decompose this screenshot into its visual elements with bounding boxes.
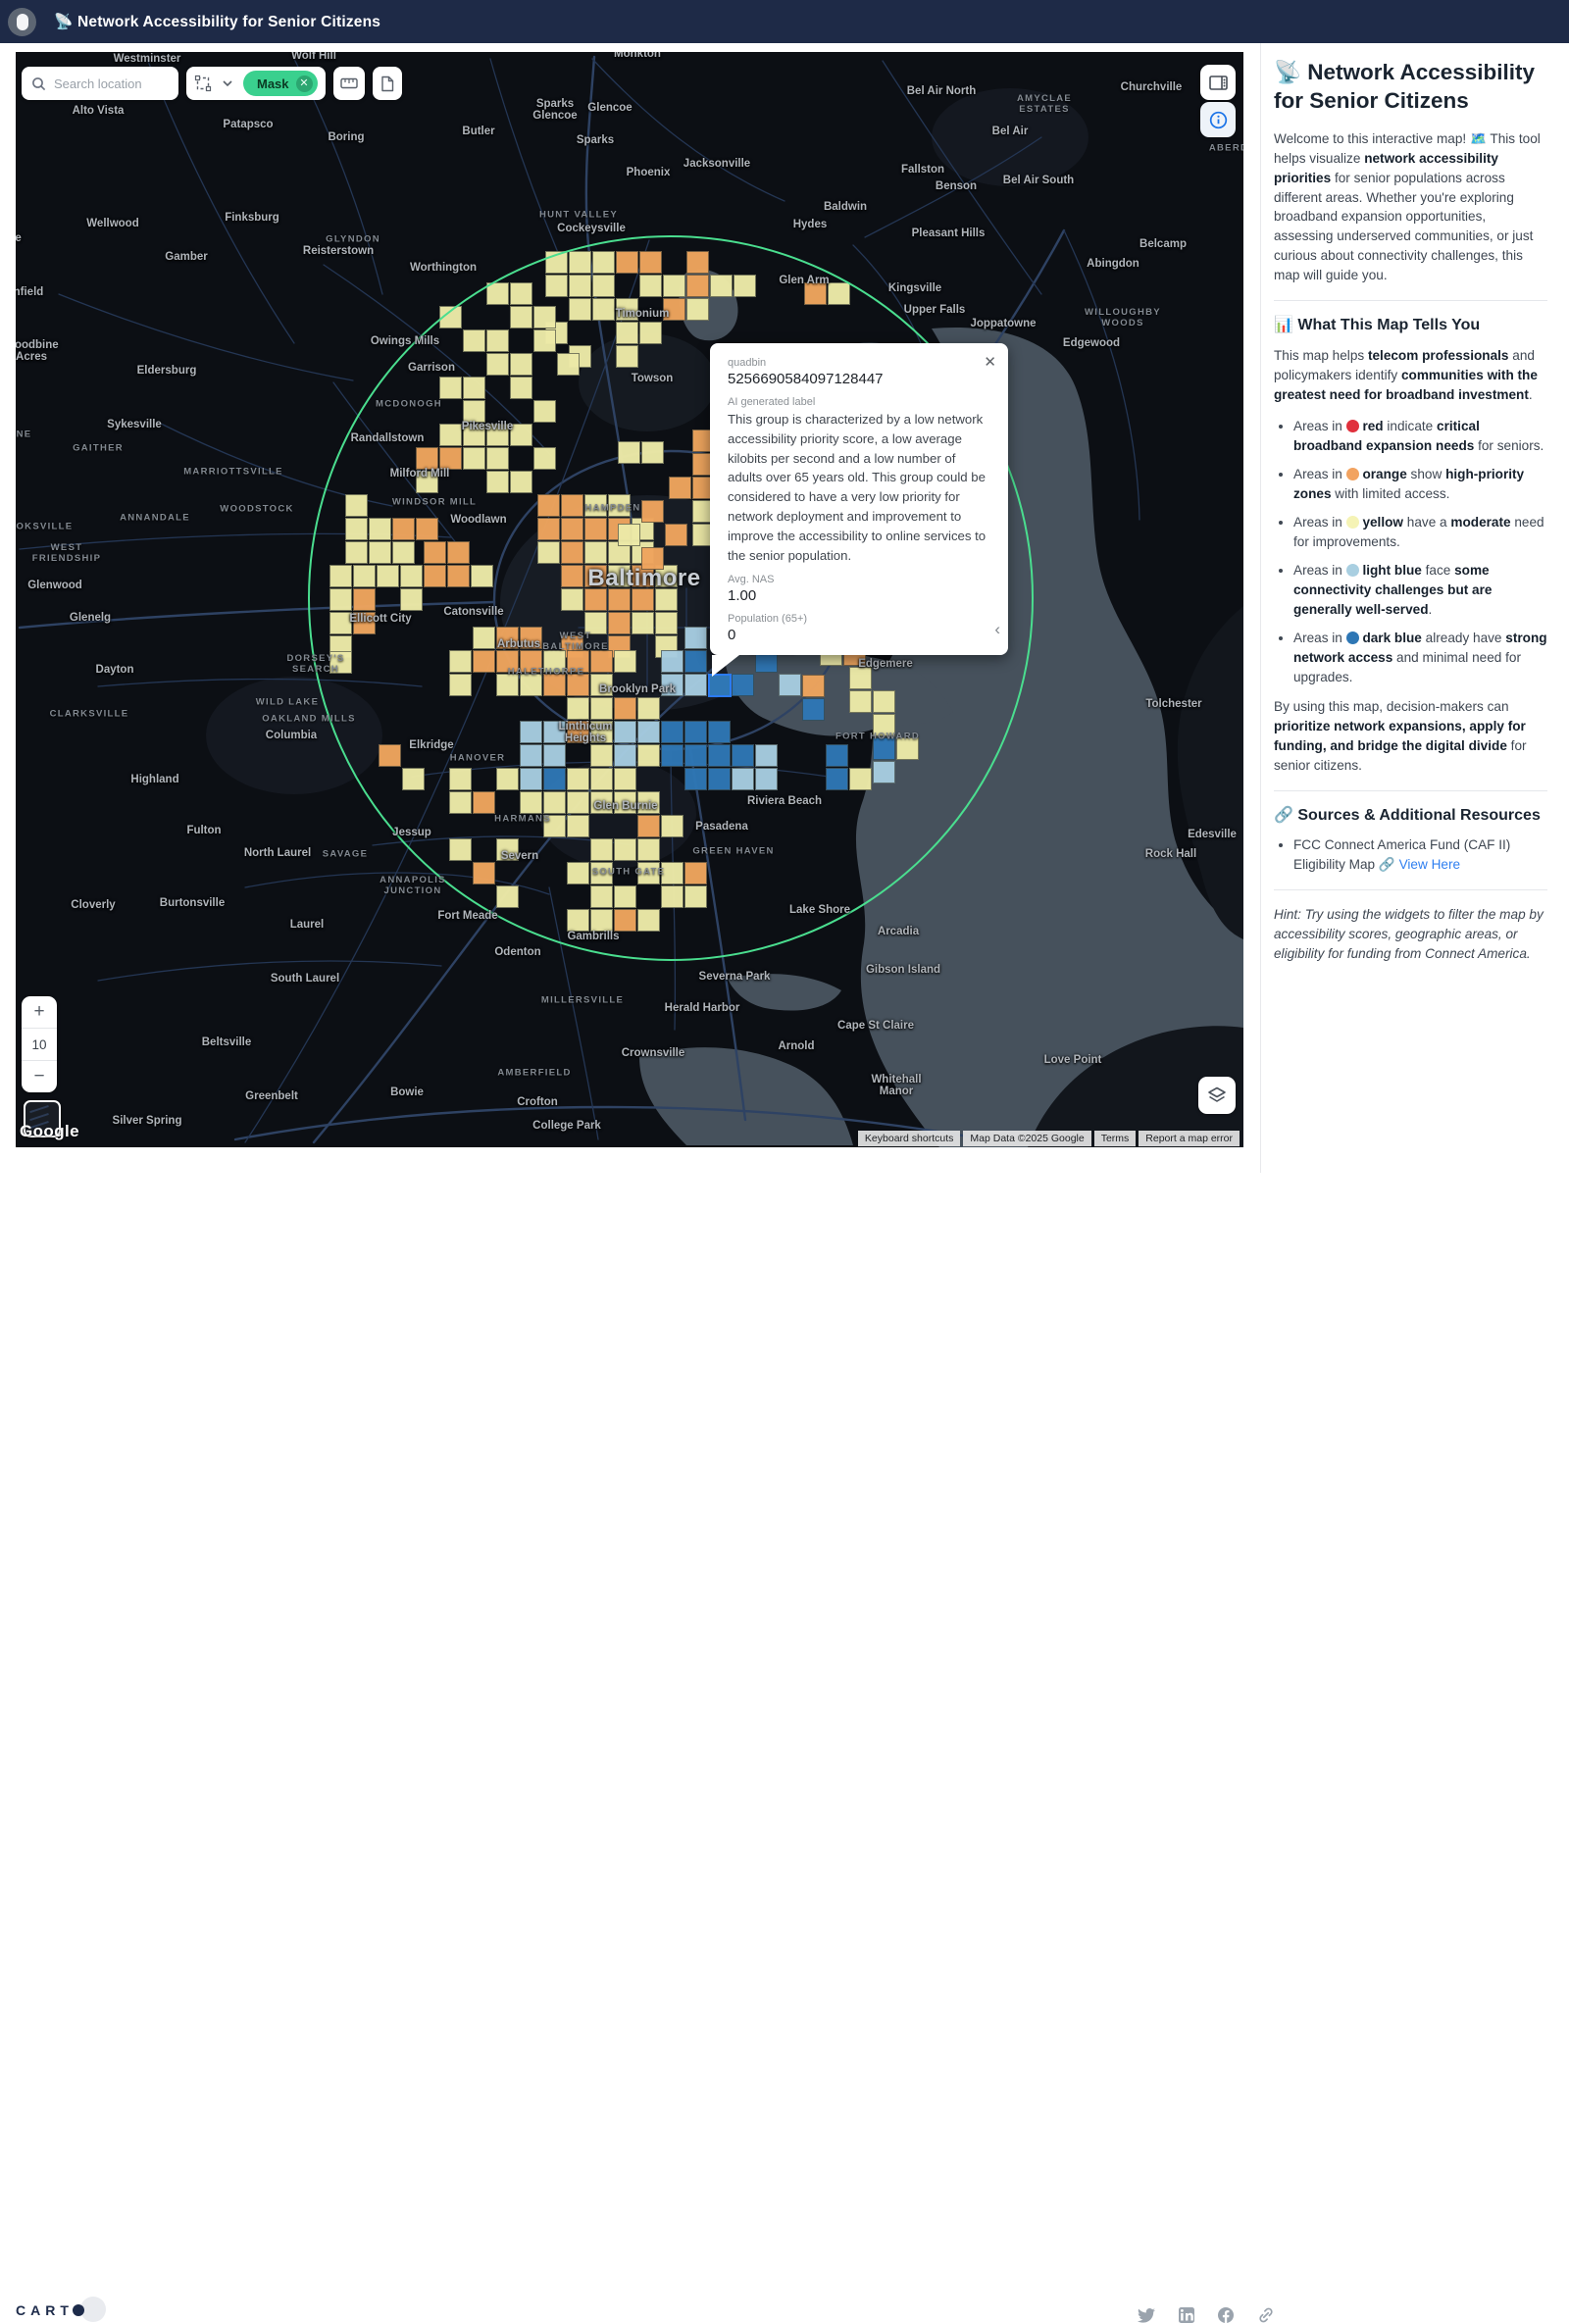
popup-field-label: Avg. NAS [728, 574, 988, 585]
social-links [1138, 2306, 1275, 2324]
sources-bullet-list: FCC Connect America Fund (CAF II) Eligib… [1274, 835, 1547, 875]
sidebar-title: 📡 Network Accessibility for Senior Citiz… [1274, 59, 1547, 116]
hint-paragraph: Hint: Try using the widgets to filter th… [1274, 905, 1547, 964]
legend-bullet: FCC Connect America Fund (CAF II) Eligib… [1293, 835, 1547, 875]
map-tells-outro: By using this map, decision-makers can p… [1274, 697, 1547, 776]
google-logo: Google [20, 1122, 79, 1141]
attribution-chip[interactable]: Report a map error [1139, 1131, 1240, 1146]
mask-filter-chip[interactable]: Mask ✕ [243, 71, 318, 96]
popup-quadbin-value: 5256690584097128447 [728, 371, 988, 387]
facebook-icon[interactable] [1218, 2307, 1234, 2323]
info-sidebar: 📡 Network Accessibility for Senior Citiz… [1260, 43, 1569, 1173]
section-heading-map-tells: 📊 What This Map Tells You [1274, 316, 1547, 336]
legend-bullet: Areas in dark blue already have strong n… [1293, 629, 1547, 687]
divider [1274, 790, 1547, 791]
zoom-level: 10 [22, 1028, 57, 1060]
selection-toolbar: Mask ✕ [186, 67, 326, 100]
selected-grid-cell[interactable] [708, 674, 732, 697]
twitter-icon[interactable] [1138, 2308, 1155, 2323]
app-header: 📡 Network Accessibility for Senior Citiz… [0, 0, 1569, 43]
legend-bullet: Areas in yellow have a moderate need for… [1293, 513, 1547, 552]
popup-tail [712, 655, 739, 677]
attribution-chip[interactable]: Terms [1094, 1131, 1137, 1146]
zoom-in-button[interactable]: + [22, 996, 57, 1028]
workspace-logo[interactable] [8, 8, 36, 36]
search-icon [31, 76, 46, 91]
popup-close-icon[interactable]: ✕ [984, 353, 996, 371]
legend-bullet: Areas in orange show high-priority zones… [1293, 465, 1547, 504]
popup-field-label: Population (65+) [728, 613, 988, 625]
select-tool-icon[interactable] [194, 75, 213, 93]
legend-dot [1346, 468, 1359, 480]
legend-dot [1346, 632, 1359, 644]
mask-chip-label: Mask [257, 76, 289, 91]
divider [1274, 300, 1547, 301]
welcome-paragraph: Welcome to this interactive map! 🗺️ This… [1274, 129, 1547, 286]
panel-layout-icon [1209, 76, 1228, 90]
search-input[interactable]: Search location [22, 67, 178, 100]
popup-field-label: AI generated label [728, 396, 988, 408]
document-icon [380, 76, 394, 92]
page-footer: CART [0, 1147, 1260, 1173]
ruler-icon [340, 77, 358, 89]
zoom-control: + 10 − [22, 996, 57, 1092]
map-tells-intro: This map helps telecom professionals and… [1274, 346, 1547, 405]
feature-popup: ✕ quadbin 5256690584097128447 AI generat… [710, 343, 1008, 655]
popup-prev-chevron-icon[interactable]: ‹ [994, 620, 1000, 639]
linkedin-icon[interactable] [1179, 2307, 1194, 2323]
toggle-panel-button[interactable] [1200, 65, 1236, 100]
link-icon[interactable] [1257, 2306, 1275, 2324]
legend-dot [1346, 516, 1359, 529]
popup-ai-label-text: This group is characterized by a low net… [728, 410, 988, 565]
legend-dot [1346, 420, 1359, 432]
layers-button[interactable] [1198, 1077, 1236, 1114]
popup-population-value: 0 [728, 627, 988, 643]
measure-tool-button[interactable] [333, 67, 365, 100]
search-placeholder: Search location [54, 76, 142, 91]
legend-bullet-list: Areas in red indicate critical broadband… [1274, 417, 1547, 687]
carto-logo[interactable]: CART [16, 2302, 84, 2318]
export-report-button[interactable] [373, 67, 402, 100]
attribution-chip[interactable]: Keyboard shortcuts [858, 1131, 960, 1146]
map-canvas[interactable]: WestminsterWolf HillMonktonAlto VistaPat… [16, 52, 1243, 1147]
app-title: 📡 Network Accessibility for Senior Citiz… [54, 13, 380, 31]
zoom-out-button[interactable]: − [22, 1060, 57, 1092]
info-icon [1209, 111, 1228, 129]
popup-field-label: quadbin [728, 357, 988, 369]
remove-mask-icon[interactable]: ✕ [296, 76, 313, 92]
chevron-down-icon[interactable] [222, 79, 233, 87]
map-attribution: Keyboard shortcutsMap Data ©2025 Google T… [858, 1131, 1240, 1146]
attribution-chip[interactable]: Map Data ©2025 Google [963, 1131, 1090, 1146]
layers-icon [1207, 1086, 1227, 1104]
section-heading-sources: 🔗 Sources & Additional Resources [1274, 806, 1547, 827]
view-here-link[interactable]: View Here [1399, 857, 1460, 872]
popup-avg-nas-value: 1.00 [728, 587, 988, 604]
legend-bullet: Areas in light blue face some connectivi… [1293, 561, 1547, 620]
divider [1274, 889, 1547, 890]
legend-dot [1346, 564, 1359, 577]
carto-logo-dot [73, 2304, 84, 2316]
map-info-button[interactable] [1200, 102, 1236, 137]
legend-bullet: Areas in red indicate critical broadband… [1293, 417, 1547, 456]
carto-logo-letters: CART [16, 2302, 74, 2318]
